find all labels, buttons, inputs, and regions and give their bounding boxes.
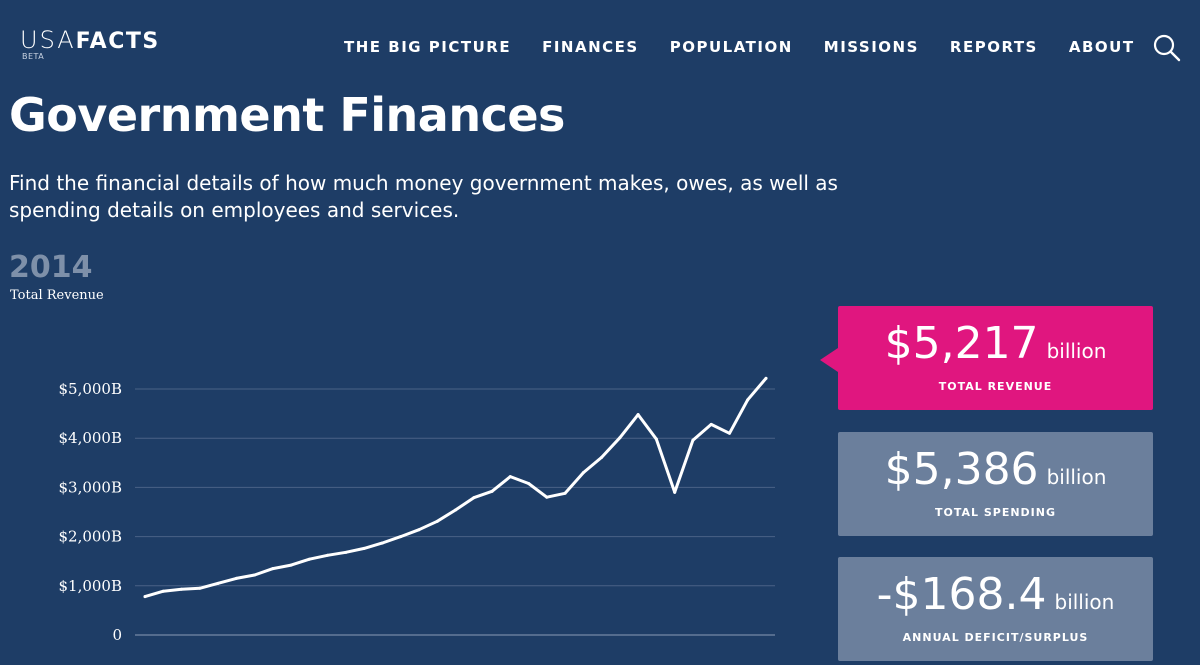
search-icon: [1153, 34, 1181, 62]
card-value: $5,386 billion: [838, 444, 1153, 495]
data-point: [600, 455, 604, 459]
data-point: [527, 481, 531, 485]
metric-label: Total Revenue: [10, 288, 104, 303]
nav-item-population[interactable]: POPULATION: [670, 38, 793, 56]
data-point: [746, 398, 750, 402]
nav-item-the-big-picture[interactable]: THE BIG PICTURE: [344, 38, 511, 56]
data-point: [362, 546, 366, 550]
data-point: [472, 496, 476, 500]
total-revenue-card[interactable]: $5,217 billion TOTAL REVENUE: [820, 306, 1153, 410]
usafacts-logo[interactable]: USAFACTS BETA: [20, 26, 160, 61]
y-tick-label: 0: [112, 626, 122, 644]
data-point: [490, 489, 494, 493]
beta-label: BETA: [22, 52, 45, 61]
data-point: [636, 413, 640, 417]
total-revenue-caption: TOTAL REVENUE: [938, 380, 1053, 393]
annual-deficit-caption: ANNUAL DEFICIT/SURPLUS: [902, 631, 1089, 644]
total-spending-caption: TOTAL SPENDING: [934, 506, 1057, 519]
page-subtitle: Find the financial details of how much m…: [9, 171, 838, 222]
active-card-pointer: [820, 348, 838, 372]
data-point: [764, 376, 768, 380]
card-value: -$168.4 billion: [838, 569, 1153, 620]
data-point: [143, 595, 147, 599]
data-point: [198, 586, 202, 590]
logo-facts-text: FACTS: [75, 29, 160, 54]
data-point: [307, 557, 311, 561]
data-point: [673, 490, 677, 494]
data-point: [253, 573, 257, 577]
data-point: [545, 495, 549, 499]
data-point: [563, 491, 567, 495]
annual-deficit-amount: -$168.4: [876, 569, 1047, 620]
year-label: 2014: [9, 250, 93, 285]
nav-item-reports[interactable]: REPORTS: [950, 38, 1038, 56]
data-point: [454, 508, 457, 512]
y-tick-label: $1,000B: [58, 577, 122, 595]
data-point: [271, 567, 275, 571]
data-point: [234, 576, 238, 580]
card-value: $5,217 billion: [838, 318, 1153, 369]
top-navigation-bar: USAFACTS BETA THE BIG PICTURE FINANCES P…: [0, 0, 1200, 92]
revenue-line-chart: 0 $1,000B $2,000B $3,000B $4,000B $5,000B: [58, 376, 775, 644]
data-point: [216, 581, 220, 585]
page-title: Government Finances: [9, 88, 565, 142]
data-point: [380, 541, 384, 545]
total-revenue-unit: billion: [1046, 339, 1107, 363]
data-point: [399, 535, 403, 539]
data-point: [508, 475, 512, 479]
nav-item-finances[interactable]: FINANCES: [542, 38, 639, 56]
y-tick-label: $4,000B: [58, 429, 122, 447]
data-point: [727, 431, 731, 435]
data-point: [654, 437, 658, 441]
annual-deficit-unit: billion: [1054, 590, 1115, 614]
data-point: [435, 519, 439, 523]
nav-item-missions[interactable]: MISSIONS: [824, 38, 919, 56]
data-point: [709, 422, 713, 426]
y-tick-label: $5,000B: [58, 380, 122, 398]
total-spending-card[interactable]: $5,386 billion TOTAL SPENDING: [838, 432, 1153, 536]
data-point: [581, 471, 585, 475]
y-tick-label: $2,000B: [58, 528, 122, 546]
annual-deficit-surplus-card[interactable]: -$168.4 billion ANNUAL DEFICIT/SURPLUS: [838, 557, 1153, 661]
data-point: [691, 438, 695, 442]
data-point: [289, 563, 293, 567]
data-point: [180, 587, 184, 591]
data-point: [417, 528, 421, 532]
total-spending-unit: billion: [1046, 465, 1107, 489]
search-button[interactable]: [1152, 33, 1182, 63]
total-spending-amount: $5,386: [884, 444, 1039, 495]
data-point: [618, 436, 622, 440]
y-tick-label: $3,000B: [58, 478, 122, 496]
data-point: [344, 550, 348, 554]
logo-usa-text: USA: [20, 26, 76, 54]
data-point: [161, 589, 165, 593]
main-nav: THE BIG PICTURE FINANCES POPULATION MISS…: [344, 38, 1166, 56]
total-revenue-amount: $5,217: [884, 318, 1039, 369]
data-point: [326, 553, 330, 557]
nav-item-about[interactable]: ABOUT: [1069, 38, 1135, 56]
